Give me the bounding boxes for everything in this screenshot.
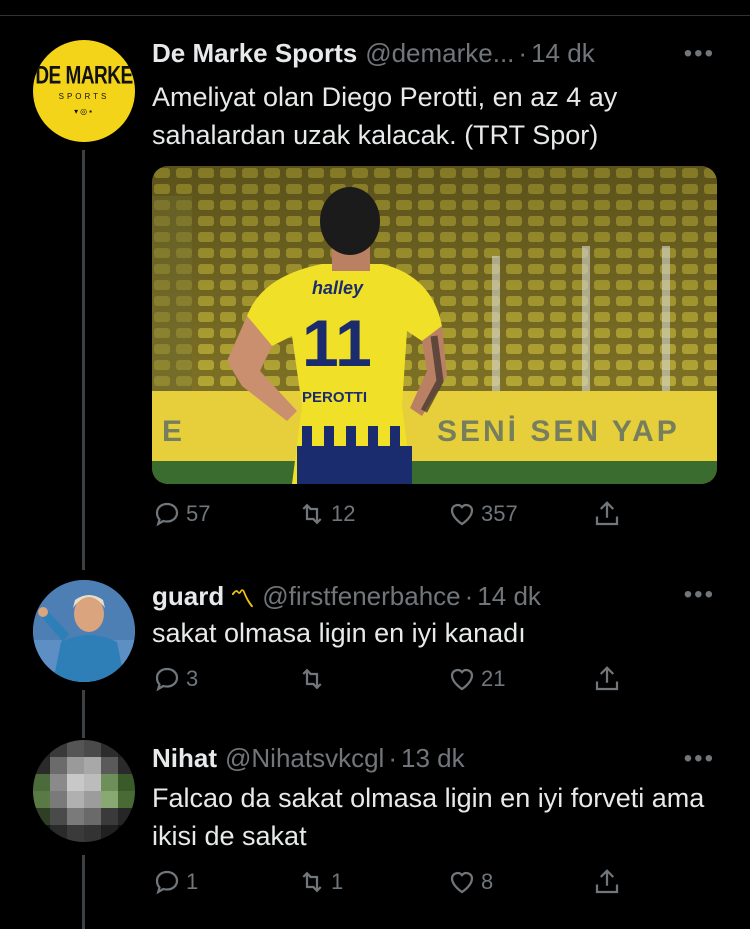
separator: · [388, 743, 397, 773]
handle[interactable]: @Nihatsvkcgl [225, 743, 384, 774]
like-count: 8 [481, 869, 494, 894]
top-divider [0, 15, 750, 16]
reply-icon [155, 870, 179, 895]
tweet-text: Falcao da sakat olmasa ligin en iyi forv… [152, 783, 705, 851]
banner-text-left: E [162, 415, 182, 448]
retweet-icon [302, 668, 322, 690]
share-icon [595, 666, 619, 691]
reply-count: 3 [186, 666, 199, 691]
timestamp[interactable]: 13 dk [401, 743, 465, 774]
logo-text: DE MARKE [35, 62, 133, 90]
like-button[interactable]: 357 [447, 499, 518, 529]
thread-line [82, 150, 85, 570]
reply-count: 1 [186, 869, 199, 894]
retweet-icon [302, 503, 322, 525]
thread-line [82, 690, 85, 738]
thread-line [82, 855, 85, 929]
avatar[interactable]: DE MARKE SPORTS ▾◎▪ [33, 40, 135, 142]
tweet-header: guard 〽 @firstfenerbahce · 14 dk [152, 579, 712, 614]
more-icon[interactable]: ••• [684, 581, 715, 609]
tweet-text: Ameliyat olan Diego Perotti, en az 4 ay … [152, 82, 618, 150]
like-count: 21 [481, 666, 506, 691]
tweet-header: Nihat @Nihatsvkcgl · 13 dk [152, 743, 712, 774]
logo-subtext: SPORTS [58, 92, 110, 101]
retweet-button[interactable]: 12 [297, 499, 355, 529]
jersey-sponsor: halley [312, 278, 364, 298]
retweet-button[interactable]: 1 [297, 867, 343, 897]
reply-count: 57 [186, 501, 211, 526]
more-icon[interactable]: ••• [684, 745, 715, 773]
like-count: 357 [481, 501, 518, 526]
reply-button[interactable]: 3 [152, 664, 198, 694]
tweet-actions: 57 12 357 [152, 499, 642, 539]
reply-icon [155, 502, 179, 527]
like-button[interactable]: 21 [447, 664, 505, 694]
logo-social-icons: ▾◎▪ [74, 107, 94, 116]
heart-icon [450, 668, 474, 691]
heart-icon [450, 503, 474, 526]
retweet-count: 12 [331, 501, 356, 526]
timestamp[interactable]: 14 dk [477, 581, 541, 612]
retweet-count: 1 [331, 869, 344, 894]
avatar-photo [33, 580, 135, 682]
tweet-photo[interactable]: E SENİ SEN YAP halley 11 PEROTTI [152, 166, 717, 484]
share-button[interactable] [592, 664, 626, 694]
reply-button[interactable]: 1 [152, 867, 198, 897]
reply-icon [155, 667, 179, 692]
avatar-photo-pixelated [33, 740, 135, 842]
like-button[interactable]: 8 [447, 867, 493, 897]
crown-icon: 〽 [230, 586, 255, 613]
display-name[interactable]: guard [152, 581, 224, 612]
tweet-actions: 1 1 8 [152, 867, 642, 907]
display-name[interactable]: De Marke Sports [152, 38, 357, 69]
share-icon [595, 869, 619, 894]
photo-perotti: E SENİ SEN YAP halley 11 PEROTTI [152, 166, 717, 484]
jersey-name: PEROTTI [302, 389, 367, 406]
retweet-button[interactable] [297, 664, 331, 694]
tweet-text: sakat olmasa ligin en iyi kanadı [152, 618, 526, 648]
share-icon [595, 501, 619, 526]
tweet-actions: 3 21 [152, 664, 642, 704]
handle[interactable]: @demarke... [365, 38, 514, 69]
handle[interactable]: @firstfenerbahce [262, 581, 460, 612]
jersey-number: 11 [302, 306, 372, 380]
retweet-icon [302, 871, 322, 893]
avatar[interactable] [33, 740, 135, 842]
avatar[interactable] [33, 580, 135, 682]
display-name[interactable]: Nihat [152, 743, 217, 774]
tweet-header: De Marke Sports @demarke... · 14 dk [152, 38, 712, 69]
share-button[interactable] [592, 499, 626, 529]
timestamp[interactable]: 14 dk [531, 38, 595, 69]
more-icon[interactable]: ••• [684, 40, 715, 68]
separator: · [518, 38, 528, 68]
reply-button[interactable]: 57 [152, 499, 210, 529]
banner-text: SENİ SEN YAP [437, 415, 680, 448]
heart-icon [450, 871, 474, 894]
share-button[interactable] [592, 867, 626, 897]
separator: · [464, 581, 474, 611]
